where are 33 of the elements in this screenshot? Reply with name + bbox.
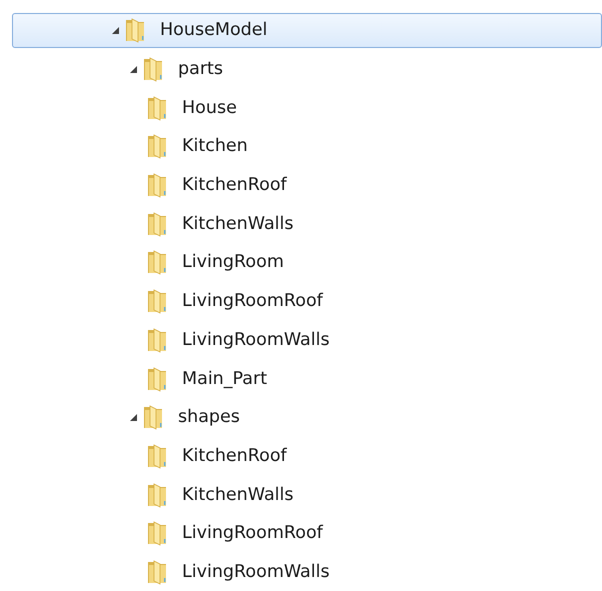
folder-icon [124,17,147,43]
tree-item[interactable]: LivingRoomRoof [12,514,602,553]
tree-item[interactable]: KitchenWalls [12,204,602,244]
folder-icon [146,94,169,121]
tree-item[interactable]: LivingRoomWalls [12,552,602,591]
folder-icon [142,404,165,430]
tree-item[interactable]: LivingRoomRoof [12,282,602,320]
folder-icon [146,520,169,546]
folder-icon [146,249,169,276]
tree-item[interactable]: HouseModel [12,12,602,48]
folder-icon [146,558,169,585]
tree-item[interactable]: shapes [12,398,602,437]
tree-item[interactable]: LivingRoomWalls [12,320,602,360]
folder-icon [142,56,165,82]
tree-item[interactable]: parts [12,50,602,88]
folder-icon [146,288,169,314]
folder-icon [146,172,169,198]
tree-item[interactable]: House [12,88,602,128]
tree-item[interactable]: LivingRoom [12,243,602,282]
folder-icon [146,366,169,392]
expander-icon[interactable] [110,26,120,34]
folder-icon [146,210,169,237]
expander-icon[interactable] [128,412,138,422]
expander-icon[interactable] [128,64,138,74]
tree-item[interactable]: KitchenWalls [12,475,602,514]
tree-item[interactable]: KitchenRoof [12,166,602,204]
tree-item[interactable]: Kitchen [12,127,602,166]
folder-icon [146,133,169,160]
tree-item[interactable]: KitchenRoof [12,436,602,476]
folder-icon [146,442,169,469]
folder-icon [146,482,169,508]
folder-icon [146,326,169,353]
tree-item[interactable]: Main_Part [12,359,602,398]
